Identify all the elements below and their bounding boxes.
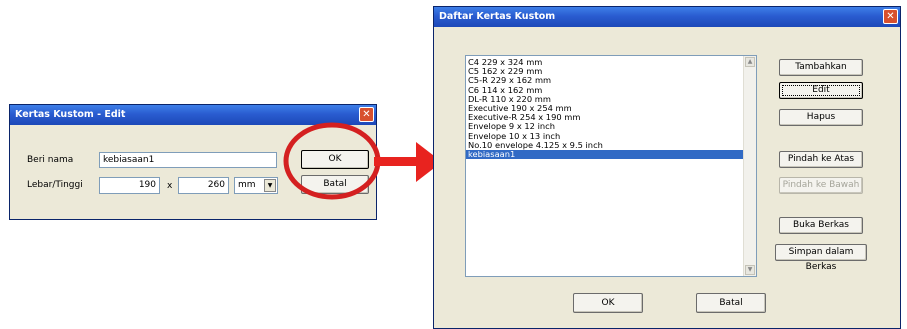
paper-list[interactable]: C4 229 x 324 mm C5 162 x 229 mm C5-R 229 x… [465, 55, 757, 277]
move-down-button[interactable]: Pindah ke Bawah [779, 177, 863, 194]
name-input[interactable]: kebiasaan1 [99, 152, 277, 168]
chevron-down-icon[interactable]: ▼ [264, 179, 276, 192]
list-dialog: Daftar Kertas Kustom ✕ C4 229 x 324 mm C5… [433, 6, 901, 329]
save-file-button-label: Simpan dalam Berkas [788, 247, 854, 272]
add-button[interactable]: Tambahkan [779, 59, 863, 76]
add-button-label: Tambahkan [795, 62, 847, 72]
unit-select[interactable]: mm ▼ [234, 177, 278, 194]
ok-button-label: OK [601, 298, 615, 308]
size-label: Lebar/Tinggi [27, 180, 83, 190]
open-file-button-label: Buka Berkas [793, 220, 849, 230]
ok-button[interactable]: OK [573, 293, 643, 313]
close-icon[interactable]: ✕ [883, 9, 898, 24]
scroll-down-icon[interactable]: ▼ [745, 265, 755, 275]
move-down-button-label: Pindah ke Bawah [782, 180, 860, 190]
cancel-button[interactable]: Batal [696, 293, 766, 313]
edit-button[interactable]: Edit [779, 82, 863, 99]
move-up-button-label: Pindah ke Atas [787, 154, 855, 164]
times-label: x [167, 181, 173, 191]
delete-button[interactable]: Hapus [779, 109, 863, 126]
list-scrollbar[interactable]: ▲ ▼ [743, 56, 756, 276]
edit-dialog-title: Kertas Kustom - Edit [15, 109, 126, 120]
list-dialog-titlebar[interactable]: Daftar Kertas Kustom ✕ [434, 7, 900, 27]
height-input[interactable]: 260 [178, 177, 229, 194]
scroll-up-icon[interactable]: ▲ [745, 57, 755, 67]
list-dialog-title: Daftar Kertas Kustom [439, 11, 556, 22]
highlight-circle [283, 122, 381, 200]
unit-select-value: mm [238, 180, 256, 190]
list-item[interactable]: kebiasaan1 [466, 149, 756, 160]
focus-ring [782, 85, 860, 96]
width-input[interactable]: 190 [99, 177, 160, 194]
name-label: Beri nama [27, 155, 74, 165]
delete-button-label: Hapus [806, 112, 836, 122]
save-file-button[interactable]: Simpan dalam Berkas [775, 244, 867, 272]
cancel-button-label: Batal [719, 298, 743, 308]
move-up-button[interactable]: Pindah ke Atas [779, 151, 863, 168]
open-file-button[interactable]: Buka Berkas [779, 217, 863, 234]
